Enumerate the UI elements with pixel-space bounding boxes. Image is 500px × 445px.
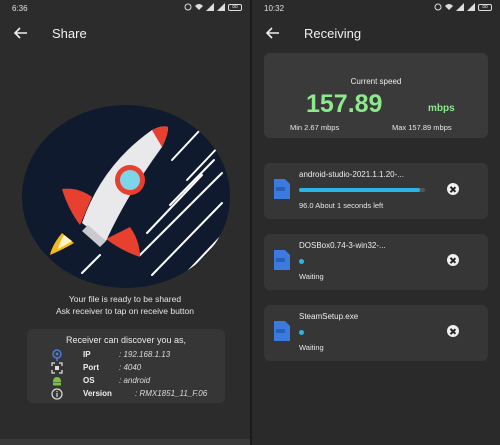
wifi-icon (195, 4, 203, 10)
share-screen: 6:36 88 Share Your file is ready to be s… (0, 0, 250, 445)
status-bar: 6:36 88 (0, 0, 250, 18)
version-value: : RMX1851_11_F.06 (135, 389, 208, 398)
signal-icon (206, 3, 214, 11)
status-time: 6:36 (12, 4, 28, 13)
status-time: 10:32 (264, 4, 285, 13)
max-speed: Max 157.89 mbps (392, 123, 452, 132)
status-icons: 88 (434, 3, 492, 11)
alarm-icon (434, 3, 442, 11)
rocket-illustration (22, 105, 230, 288)
page-title: Receiving (304, 26, 362, 41)
file-item: android-studio-2021.1.1.20-... 96.0 Abou… (264, 163, 488, 219)
status-bar: 10:32 88 (252, 0, 500, 18)
progress-bar (299, 188, 425, 192)
battery-icon: 88 (228, 3, 242, 11)
file-name: SteamSetup.exe (299, 312, 359, 321)
current-speed-label: Current speed (350, 77, 402, 86)
progress-fill (299, 188, 420, 192)
battery-icon: 88 (478, 3, 492, 11)
file-name: android-studio-2021.1.1.20-... (299, 170, 404, 179)
rocket-icon (50, 126, 228, 284)
info-icon (51, 388, 63, 400)
alarm-icon (184, 3, 192, 11)
file-icon (274, 179, 290, 199)
speed-card: Current speed 157.89 mbps Min 2.67 mbps … (264, 53, 488, 138)
ready-message: Your file is ready to be shared (68, 294, 182, 304)
scan-frame-icon (51, 362, 63, 374)
discovery-title: Receiver can discover you as, (65, 335, 187, 345)
file-icon (274, 321, 290, 341)
version-label: Version (83, 389, 112, 398)
cancel-file-button[interactable] (447, 183, 459, 195)
signal-icon (217, 3, 225, 11)
port-label: Port (83, 363, 99, 372)
bottom-sheet-edge (0, 439, 250, 445)
signal-icon (456, 3, 464, 11)
os-label: OS (83, 376, 95, 385)
waiting-indicator (299, 259, 304, 264)
app-bar: Share (0, 20, 250, 50)
speed-unit: mbps (428, 103, 455, 114)
port-value: : 4040 (119, 363, 142, 372)
status-icons: 88 (184, 3, 242, 11)
file-icon (274, 250, 290, 270)
min-speed: Min 2.67 mbps (290, 123, 340, 132)
location-pin-icon (52, 349, 62, 361)
back-arrow-icon[interactable] (12, 24, 30, 42)
file-status: Waiting (299, 272, 324, 281)
os-value: : android (119, 376, 151, 385)
file-status: Waiting (299, 343, 324, 352)
cancel-file-button[interactable] (447, 254, 459, 266)
android-icon (53, 377, 61, 386)
discovery-card: Receiver can discover you as, IP : 192.1… (27, 329, 225, 403)
waiting-indicator (299, 330, 304, 335)
file-name: DOSBox0.74-3-win32-... (299, 241, 386, 250)
file-item: SteamSetup.exe Waiting (264, 305, 488, 361)
ip-value: : 192.168.1.13 (119, 350, 171, 359)
wifi-icon (445, 4, 453, 10)
cancel-file-button[interactable] (447, 325, 459, 337)
signal-icon (467, 3, 475, 11)
page-title: Share (52, 26, 87, 41)
receiving-screen: 10:32 88 Receiving Current speed 157.89 … (252, 0, 500, 445)
file-item: DOSBox0.74-3-win32-... Waiting (264, 234, 488, 290)
receiver-instruction: Ask receiver to tap on receive button (56, 306, 194, 316)
back-arrow-icon[interactable] (264, 24, 282, 42)
current-speed-value: 157.89 (306, 90, 383, 118)
file-status: 96.0 About 1 seconds left (299, 201, 384, 210)
app-bar: Receiving (252, 20, 500, 50)
ip-label: IP (83, 350, 91, 359)
